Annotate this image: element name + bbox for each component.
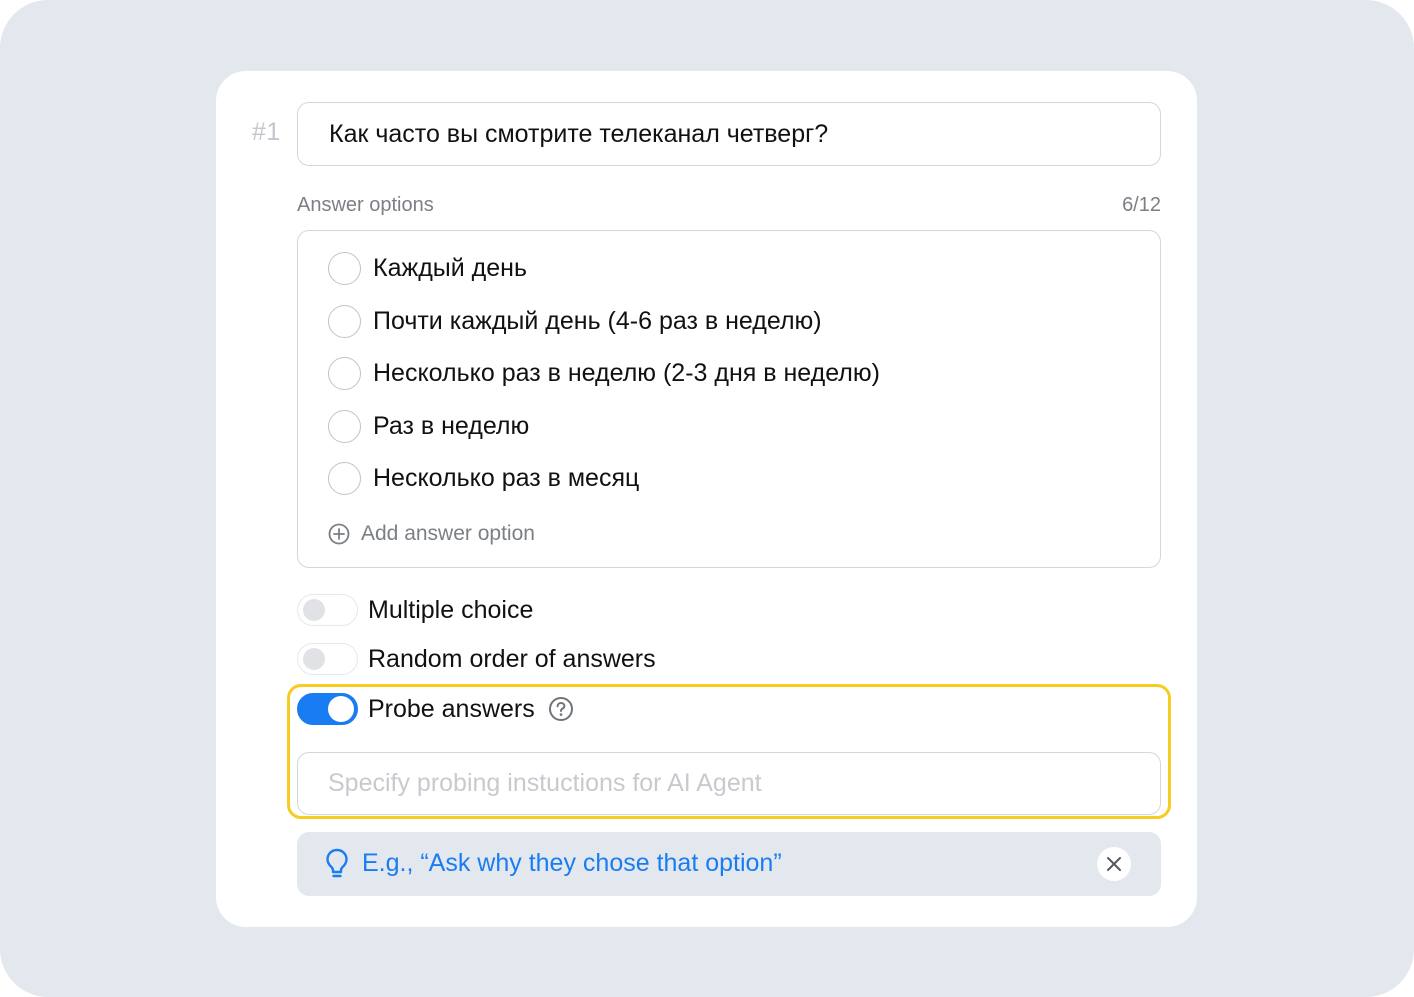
plus-circle-icon <box>328 523 350 545</box>
multiple-choice-row: Multiple choice <box>297 594 533 626</box>
probe-instructions-input[interactable]: Specify probing instuctions for AI Agent <box>297 752 1161 815</box>
random-order-label: Random order of answers <box>368 644 656 673</box>
answer-option-text[interactable]: Несколько раз в неделю (2-3 дня в неделю… <box>373 359 880 388</box>
probe-answers-row: Probe answers <box>297 693 574 725</box>
radio-icon[interactable] <box>328 409 361 443</box>
multiple-choice-label: Multiple choice <box>368 595 534 624</box>
random-order-toggle[interactable] <box>297 643 358 675</box>
question-number: #1 <box>252 118 281 146</box>
probe-answers-toggle[interactable] <box>297 693 358 725</box>
question-circle-icon[interactable] <box>548 696 574 722</box>
multiple-choice-toggle[interactable] <box>297 594 358 626</box>
probe-answers-label: Probe answers <box>368 694 535 723</box>
lightbulb-icon <box>326 848 348 878</box>
radio-icon[interactable] <box>328 461 361 495</box>
answer-option-text[interactable]: Каждый день <box>373 254 527 283</box>
probe-instructions-placeholder: Specify probing instuctions for AI Agent <box>328 769 762 797</box>
answer-option-text[interactable]: Раз в неделю <box>373 412 529 441</box>
close-hint-button[interactable] <box>1097 847 1131 881</box>
question-text-field[interactable]: Как часто вы смотрите телеканал четверг? <box>297 102 1161 166</box>
radio-icon[interactable] <box>328 304 361 338</box>
answer-options-count: 6/12 <box>1122 194 1161 216</box>
add-answer-option-label: Add answer option <box>361 522 535 545</box>
close-icon <box>1107 857 1121 871</box>
answer-option[interactable]: Раз в неделю <box>328 409 529 443</box>
answer-option[interactable]: Почти каждый день (4-6 раз в неделю) <box>328 304 822 338</box>
radio-icon[interactable] <box>328 356 361 390</box>
answer-option[interactable]: Несколько раз в месяц <box>328 461 639 495</box>
answer-option-text[interactable]: Несколько раз в месяц <box>373 464 639 493</box>
answer-options-label: Answer options <box>297 194 434 216</box>
add-answer-option-button[interactable]: Add answer option <box>328 522 535 546</box>
hint-banner: E.g., “Ask why they chose that option” <box>297 832 1161 896</box>
radio-icon[interactable] <box>328 251 361 285</box>
random-order-row: Random order of answers <box>297 643 656 675</box>
hint-text: E.g., “Ask why they chose that option” <box>362 849 782 877</box>
answer-options-list: Каждый день Почти каждый день (4-6 раз в… <box>297 230 1161 568</box>
answer-option-text[interactable]: Почти каждый день (4-6 раз в неделю) <box>373 307 822 336</box>
answer-option[interactable]: Несколько раз в неделю (2-3 дня в неделю… <box>328 356 880 390</box>
answer-option[interactable]: Каждый день <box>328 251 527 285</box>
question-text: Как часто вы смотрите телеканал четверг? <box>329 119 829 148</box>
